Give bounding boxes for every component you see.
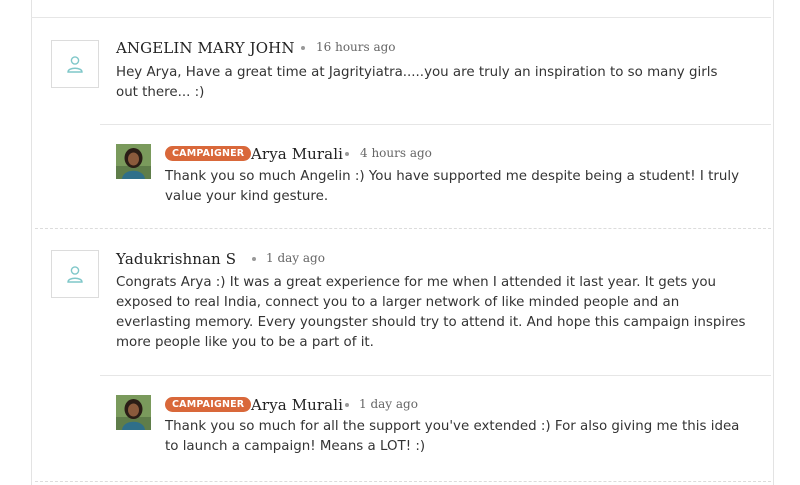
reply-timestamp: 4 hours ago xyxy=(360,146,432,160)
reply-text: Thank you so much Angelin :) You have su… xyxy=(165,169,739,204)
divider xyxy=(31,17,771,18)
user-outline-icon xyxy=(67,266,83,283)
comment-divider xyxy=(35,481,771,482)
campaigner-badge: CAMPAIGNER xyxy=(165,146,252,161)
separator-dot xyxy=(345,403,349,407)
comment-timestamp: 1 day ago xyxy=(266,251,325,265)
separator-dot xyxy=(301,46,305,50)
avatar[interactable] xyxy=(116,395,151,430)
comment-timestamp: 16 hours ago xyxy=(316,40,396,54)
comment-text: Congrats Arya :) It was a great experien… xyxy=(116,275,746,350)
user-outline-icon xyxy=(67,56,83,73)
divider xyxy=(100,124,771,125)
avatar[interactable] xyxy=(51,40,99,88)
reply-timestamp: 1 day ago xyxy=(359,397,418,411)
reply-author[interactable]: Arya Murali xyxy=(251,145,343,163)
separator-dot xyxy=(345,152,349,156)
avatar[interactable] xyxy=(116,144,151,179)
comment-author[interactable]: Yadukrishnan S xyxy=(116,250,236,268)
comment-text: Hey Arya, Have a great time at Jagrityia… xyxy=(116,65,718,100)
reply-author[interactable]: Arya Murali xyxy=(251,396,343,414)
reply-text: Thank you so much for all the support yo… xyxy=(165,419,740,454)
profile-photo xyxy=(116,144,151,179)
comment-author[interactable]: ANGELIN MARY JOHN xyxy=(116,39,295,57)
divider xyxy=(100,375,771,376)
avatar[interactable] xyxy=(51,250,99,298)
separator-dot xyxy=(252,257,256,261)
campaigner-badge: CAMPAIGNER xyxy=(165,397,252,412)
profile-photo xyxy=(116,395,151,430)
comment-divider xyxy=(35,228,771,229)
